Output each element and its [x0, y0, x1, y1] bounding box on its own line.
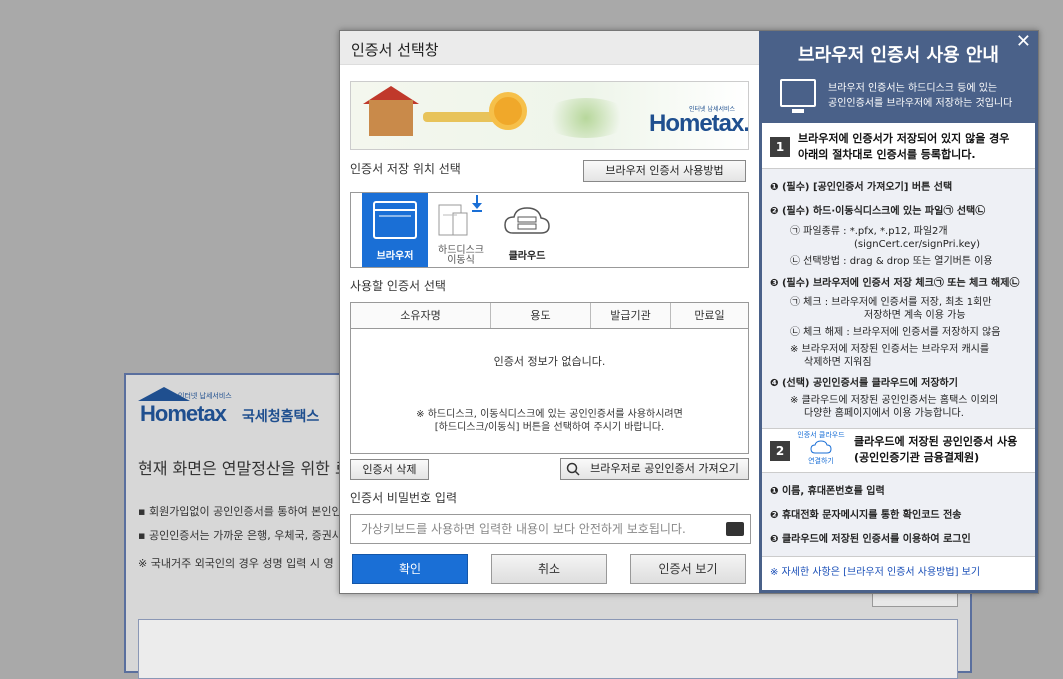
- password-placeholder: 가상키보드를 사용하면 입력한 내용이 보다 안전하게 보호됩니다.: [361, 522, 686, 536]
- help-note: 삭제하면 지워짐: [804, 357, 872, 368]
- help-subitem: ㉡ 체크 해제 : 브라우저에 인증서를 저장하지 않음: [790, 327, 1001, 338]
- certificate-dialog: 인증서 선택창 인터넷 납세서비스 Hometax. 인증서 저장 위치 선택 …: [339, 30, 1039, 594]
- browser-usage-button[interactable]: 브라우저 인증서 사용방법: [583, 160, 746, 182]
- storage-location-selector: 브라우저 하드디스크 이동식 클라우드: [350, 192, 749, 268]
- password-input[interactable]: 가상키보드를 사용하면 입력한 내용이 보다 안전하게 보호됩니다.: [350, 514, 751, 544]
- close-icon[interactable]: ✕: [1016, 31, 1031, 52]
- step2-line: (공인인증기관 금융결제원): [854, 451, 980, 464]
- dialog-title: 인증서 선택창: [351, 41, 439, 59]
- cloud-connect-bottom: 연결하기: [808, 457, 834, 465]
- background-bullet: ▪ 회원가입없이 공인인증서를 통하여 본인인: [138, 505, 342, 518]
- location-browser-button[interactable]: 브라우저: [362, 193, 428, 267]
- delete-cert-button[interactable]: 인증서 삭제: [350, 459, 429, 480]
- dialog-header: 인증서 선택창: [340, 31, 759, 65]
- help-note: ※ 브라우저에 저장된 인증서는 브라우저 캐시를: [790, 344, 990, 355]
- cloud-icon: [810, 440, 832, 454]
- cancel-button[interactable]: 취소: [491, 554, 607, 584]
- leaves-illustration: [541, 98, 631, 138]
- background-content-box: [138, 619, 958, 679]
- hometax-logo: 인터넷 납세서비스 Hometax 국세청홈택스: [138, 387, 338, 431]
- help-subitem: ㉠ 체크 : 브라우저에 인증서를 저장, 최초 1회만: [790, 297, 992, 308]
- help-subitem: (signCert.cer/signPri.key): [854, 239, 981, 250]
- location-cloud-button[interactable]: 클라우드: [494, 193, 560, 267]
- help-item: ❷ 휴대전화 문자메시지를 통한 확인코드 전송: [770, 510, 962, 521]
- step1-line: 아래의 절차대로 인증서를 등록합니다.: [798, 148, 976, 161]
- help-item: ❷ (필수) 하드·이동식디스크에 있는 파일㉠ 선택㉡: [770, 206, 986, 217]
- location-cloud-label: 클라우드: [508, 251, 546, 262]
- step1-line: 브라우저에 인증서가 저장되어 있지 않을 경우: [798, 132, 1010, 145]
- help-note: ※ 클라우드에 저장된 공인인증서는 홈택스 이외의: [790, 395, 999, 406]
- help-item: ❸ 클라우드에 저장된 인증서를 이용하여 로그인: [770, 534, 971, 545]
- ok-button[interactable]: 확인: [352, 554, 468, 584]
- browser-icon: [373, 201, 417, 239]
- hint-line: [하드디스크/이동식] 버튼을 선택하여 주시기 바랍니다.: [434, 422, 665, 433]
- location-browser-label: 브라우저: [376, 251, 414, 262]
- location-label: 인증서 저장 위치 선택: [350, 162, 461, 176]
- help-intro: 브라우저 인증서는 하드디스크 등에 있는 공인인증서를 브라우저에 저장하는 …: [828, 81, 1012, 111]
- cert-select-label: 사용할 인증서 선택: [350, 279, 446, 293]
- harddisk-usb-icon: [438, 195, 482, 236]
- logo-brand: Hometax: [140, 401, 227, 426]
- step2-header: 2 인증서 클라우드 연결하기 클라우드에 저장된 공인인증서 사용 (공인인증…: [762, 429, 1035, 473]
- help-title: 브라우저 인증서 사용 안내: [798, 45, 999, 66]
- step2-details: ❶ 이름, 휴대폰번호를 입력 ❷ 휴대전화 문자메시지를 통한 확인코드 전송…: [762, 473, 1035, 557]
- certificate-select-panel: 인증서 선택창 인터넷 납세서비스 Hometax. 인증서 저장 위치 선택 …: [340, 31, 759, 593]
- help-note: 다양한 홈페이지에서 이용 가능합니다.: [804, 408, 964, 419]
- cloud-icon: [504, 207, 550, 234]
- search-icon: [566, 462, 580, 476]
- help-item: ❶ 이름, 휴대폰번호를 입력: [770, 486, 885, 497]
- help-header: 브라우저 인증서 사용 안내 ✕ 브라우저 인증서는 하드디스크 등에 있는 공…: [762, 31, 1035, 123]
- flower-illustration: [489, 92, 527, 130]
- help-subitem: 저장하면 계속 이용 가능: [864, 310, 966, 321]
- column-expiry: 만료일: [694, 309, 725, 322]
- column-owner: 소유자명: [351, 303, 491, 328]
- step1-details: ❶ (필수) [공인인증서 가져오기] 버튼 선택 ❷ (필수) 하드·이동식디…: [762, 169, 1035, 429]
- intro-line: 브라우저 인증서는 하드디스크 등에 있는: [828, 83, 998, 94]
- intro-line: 공인인증서를 브라우저에 저장하는 것입니다: [828, 98, 1013, 109]
- background-heading: 현재 화면은 연말정산을 위한 로: [138, 459, 350, 478]
- view-cert-button[interactable]: 인증서 보기: [630, 554, 746, 584]
- help-item: ❸ (필수) 브라우저에 인증서 저장 체크㉠ 또는 체크 해제㉡: [770, 278, 1020, 289]
- table-header: 소유자명 용도 발급기관 만료일: [351, 303, 748, 329]
- help-subitem: ㉠ 파일종류 : *.pfx, *.p12, 파일2개: [790, 226, 948, 237]
- hometax-banner: 인터넷 납세서비스 Hometax.: [350, 81, 749, 150]
- location-harddisk-label: 하드디스크 이동식: [438, 245, 484, 266]
- cloud-connect-top: 인증서 클라우드: [797, 431, 845, 439]
- step1-header: 1 브라우저에 인증서가 저장되어 있지 않을 경우 아래의 절차대로 인증서를…: [762, 125, 1035, 169]
- certificate-table: 소유자명 용도 발급기관 만료일 인증서 정보가 없습니다. ※ 하드디스크, …: [350, 302, 749, 454]
- more-info-link[interactable]: ※ 자세한 사항은 [브라우저 인증서 사용방법] 보기: [770, 563, 980, 578]
- browser-cert-help-panel: 브라우저 인증서 사용 안내 ✕ 브라우저 인증서는 하드디스크 등에 있는 공…: [759, 31, 1038, 593]
- help-item: ❶ (필수) [공인인증서 가져오기] 버튼 선택: [770, 182, 953, 193]
- password-label: 인증서 비밀번호 입력: [350, 491, 457, 505]
- empty-message: 인증서 정보가 없습니다.: [493, 355, 606, 368]
- step2-line: 클라우드에 저장된 공인인증서 사용: [854, 435, 1018, 448]
- column-issuer: 발급기관: [591, 303, 671, 328]
- step1-text: 브라우저에 인증서가 저장되어 있지 않을 경우 아래의 절차대로 인증서를 등…: [798, 131, 1009, 163]
- logo-brand-korean: 국세청홈택스: [242, 409, 320, 425]
- cloud-connect-icon: 인증서 클라우드 연결하기: [796, 431, 846, 466]
- background-note: ※ 국내거주 외국인의 경우 성명 입력 시 영: [138, 557, 334, 570]
- column-usage: 용도: [491, 303, 591, 328]
- step2-text: 클라우드에 저장된 공인인증서 사용 (공인인증기관 금융결제원): [854, 434, 1017, 466]
- step1-badge: 1: [770, 137, 790, 157]
- help-subitem: ㉡ 선택방법 : drag & drop 또는 열기버튼 이용: [790, 256, 993, 267]
- import-cert-button[interactable]: 브라우저로 공인인증서 가져오기: [560, 458, 749, 480]
- banner-brand: Hometax.: [649, 110, 749, 137]
- help-item: ❹ (선택) 공인인증서를 클라우드에 저장하기: [770, 378, 958, 389]
- import-cert-label: 브라우저로 공인인증서 가져오기: [590, 462, 739, 475]
- monitor-icon: [780, 79, 816, 113]
- virtual-keyboard-icon[interactable]: [726, 522, 744, 536]
- background-bullet: ▪ 공인인증서는 가까운 은행, 우체국, 증권사: [138, 529, 342, 542]
- house-illustration: [369, 100, 413, 136]
- location-harddisk-button[interactable]: 하드디스크 이동식: [428, 193, 494, 267]
- logo-subtitle: 인터넷 납세서비스: [178, 392, 232, 400]
- step2-badge: 2: [770, 441, 790, 461]
